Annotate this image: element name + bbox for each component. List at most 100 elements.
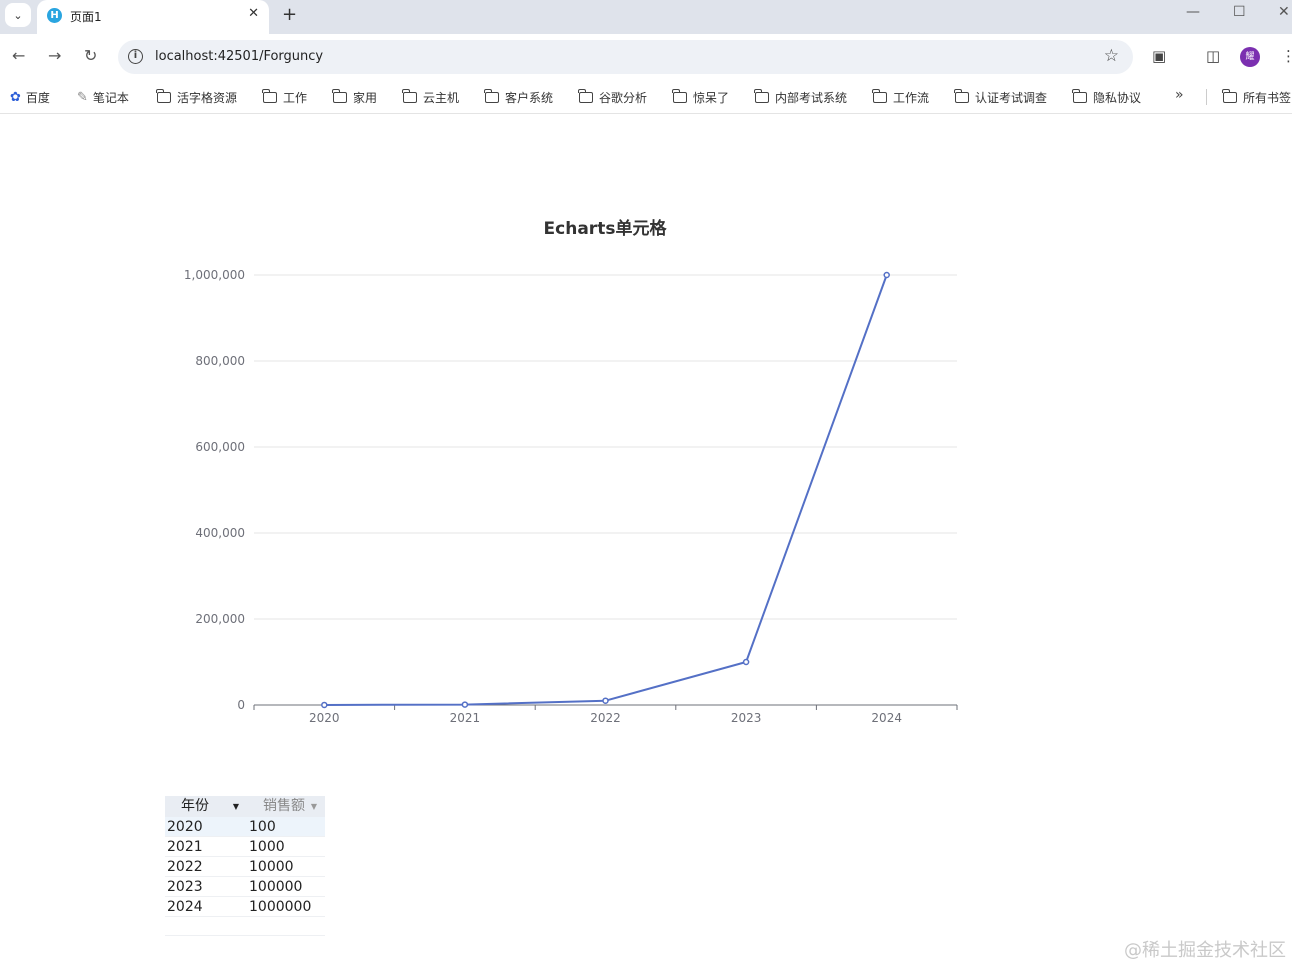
table-cell[interactable]: 2020	[165, 817, 247, 836]
folder-icon	[578, 88, 593, 103]
table-cell[interactable]: 1000	[247, 837, 325, 856]
reload-icon[interactable]: ↻	[84, 46, 97, 65]
column-header-year[interactable]: 年份 ▼	[165, 796, 247, 817]
y-tick-label: 1,000,000	[184, 268, 245, 282]
line-chart: Echarts单元格 0 200,000 400,000 600,000 800,000…	[184, 218, 958, 725]
bookmark-label: 惊呆了	[693, 90, 730, 105]
forward-arrow-icon[interactable]: →	[48, 46, 61, 65]
baidu-paw-icon: ✿	[10, 89, 21, 105]
x-tick-label: 2022	[590, 711, 621, 725]
bookmark-label: 认证考试调查	[975, 90, 1048, 105]
data-point	[461, 701, 469, 708]
data-point	[321, 701, 328, 709]
tab-page1[interactable]: H 页面1 ✕	[37, 0, 269, 34]
extensions-puzzle-icon[interactable]: ▣	[1152, 47, 1166, 65]
tab-search-button[interactable]: ⌄	[5, 3, 31, 27]
bookmark-folder[interactable]: 家用	[332, 87, 378, 107]
bookmark-folder[interactable]: 认证考试调查	[954, 87, 1048, 107]
table-row[interactable]: 2021 1000	[165, 837, 325, 857]
avatar[interactable]: 耀	[1240, 47, 1260, 67]
table-cell[interactable]: 10000	[247, 857, 325, 876]
folder-icon	[754, 88, 769, 103]
column-header-sales[interactable]: 销售额 ▼	[247, 796, 325, 817]
folder-icon	[484, 88, 499, 103]
side-panel-icon[interactable]: ◫	[1206, 47, 1220, 65]
table-row[interactable]: 2022 10000	[165, 857, 325, 877]
address-bar[interactable]: i localhost:42501/Forguncy ☆	[118, 40, 1133, 74]
y-tick-label: 800,000	[195, 354, 245, 368]
favicon-icon: H	[47, 8, 62, 23]
dropdown-arrow-icon[interactable]: ▼	[311, 796, 317, 817]
bookmark-label: 谷歌分析	[599, 90, 648, 105]
folder-icon	[954, 88, 969, 103]
column-header-label: 销售额	[263, 798, 305, 814]
y-tick-label: 0	[237, 698, 245, 712]
minimize-icon[interactable]: —	[1186, 4, 1200, 20]
info-icon[interactable]: i	[128, 49, 143, 64]
back-arrow-icon[interactable]: ←	[12, 46, 25, 65]
series-line	[324, 274, 888, 706]
x-tick-label: 2024	[871, 711, 902, 725]
bookmark-folder[interactable]: 活字格资源	[156, 87, 238, 107]
bookmark-star-icon[interactable]: ☆	[1104, 46, 1119, 66]
table-cell[interactable]: 100	[247, 817, 325, 836]
bookmark-label: 客户系统	[505, 90, 554, 105]
bookmark-label: 所有书签	[1243, 90, 1292, 105]
tab-title: 页面1	[70, 10, 102, 24]
table-cell[interactable]: 2024	[165, 897, 247, 916]
close-icon[interactable]: ✕	[248, 6, 259, 21]
x-tick-label: 2021	[450, 711, 481, 725]
data-point	[742, 658, 750, 666]
kebab-menu-icon[interactable]: ⋮	[1281, 47, 1292, 65]
x-tick-label: 2023	[731, 711, 762, 725]
data-table: 年份 ▼ 销售额 ▼ 2020 100 2021 1000 2022 10000…	[165, 796, 325, 917]
bookmark-label: 活字格资源	[177, 90, 238, 105]
table-cell[interactable]: 2022	[165, 857, 247, 876]
bookmark-baidu[interactable]: ✿ 百度	[10, 87, 50, 107]
table-cell[interactable]: 2023	[165, 877, 247, 896]
bookmark-label: 百度	[25, 90, 50, 105]
folder-icon	[672, 88, 687, 103]
x-tick-label: 2020	[309, 711, 340, 725]
bookmark-label: 笔记本	[92, 90, 129, 105]
y-tick-label: 200,000	[195, 612, 245, 626]
double-chevron-right-icon[interactable]: »	[1175, 87, 1184, 103]
browser-toolbar: ← → ↻ i localhost:42501/Forguncy ☆ ▣ ◫ 耀…	[0, 34, 1292, 80]
bookmark-folder[interactable]: 隐私协议	[1072, 87, 1142, 107]
table-row[interactable]: 2020 100	[165, 817, 325, 837]
bookmark-folder[interactable]: 内部考试系统	[754, 87, 847, 107]
tab-strip: ⌄ H 页面1 ✕ + — ☐ ✕	[0, 0, 1292, 34]
column-header-label: 年份	[181, 798, 209, 814]
bookmarks-bar: ✿ 百度 ✎ 笔记本 活字格资源 工作 家用 云主机 客户系统 谷歌分析 惊呆了…	[0, 80, 1292, 114]
bookmark-folder[interactable]: 云主机	[402, 87, 460, 107]
data-point	[602, 697, 609, 704]
bookmark-folder[interactable]: 惊呆了	[672, 87, 730, 107]
bookmark-label: 云主机	[423, 90, 460, 105]
bookmark-notebook[interactable]: ✎ 笔记本	[77, 87, 129, 107]
table-row[interactable]: 2023 100000	[165, 877, 325, 897]
url-text[interactable]: localhost:42501/Forguncy	[155, 49, 323, 64]
bookmark-folder[interactable]: 工作	[262, 87, 308, 107]
bookmark-label: 家用	[353, 90, 378, 105]
bookmark-label: 工作	[283, 90, 308, 105]
page-content: Echarts单元格 0 200,000 400,000 600,000 800,000…	[0, 115, 1292, 966]
bookmark-folder[interactable]: 客户系统	[484, 87, 554, 107]
table-cell[interactable]: 100000	[247, 877, 325, 896]
maximize-icon[interactable]: ☐	[1233, 4, 1246, 20]
bookmark-label: 隐私协议	[1093, 90, 1142, 105]
table-row[interactable]: 2024 1000000	[165, 897, 325, 917]
folder-icon	[332, 88, 347, 103]
bookmark-all-bookmarks[interactable]: 所有书签	[1222, 87, 1292, 107]
table-cell[interactable]: 1000000	[247, 897, 325, 916]
plus-icon[interactable]: +	[282, 4, 297, 25]
window-close-icon[interactable]: ✕	[1278, 4, 1290, 20]
dropdown-arrow-icon[interactable]: ▼	[233, 796, 239, 817]
bookmark-folder[interactable]: 谷歌分析	[578, 87, 648, 107]
folder-icon	[402, 88, 417, 103]
bookmark-folder[interactable]: 工作流	[872, 87, 929, 107]
y-tick-label: 400,000	[195, 526, 245, 540]
y-tick-label: 600,000	[195, 440, 245, 454]
notebook-icon: ✎	[77, 89, 88, 105]
table-bottom-border	[165, 935, 325, 936]
table-cell[interactable]: 2021	[165, 837, 247, 856]
